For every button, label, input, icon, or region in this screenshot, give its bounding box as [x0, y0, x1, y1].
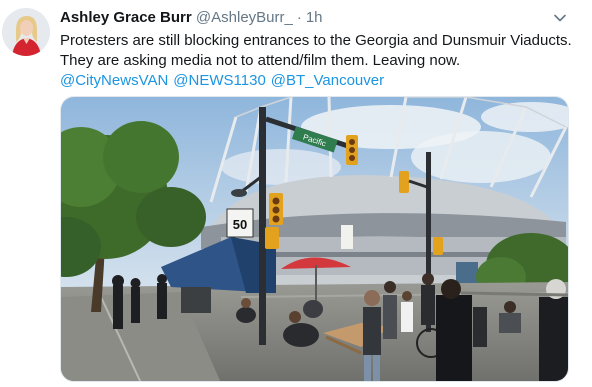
separator-dot: · [296, 9, 302, 26]
chevron-down-icon[interactable] [553, 11, 567, 25]
author-handle[interactable]: @AshleyBurr_ [196, 9, 293, 26]
mention-link[interactable]: @NEWS1130 [173, 72, 265, 89]
tweet-text-line: Protesters are still blocking entrances … [60, 32, 572, 49]
tweet-photo[interactable]: Pacific 50 [60, 96, 569, 382]
tweet[interactable]: Ashley Grace Burr @AshleyBurr_ · 1h Protes… [0, 0, 592, 387]
avatar[interactable] [2, 8, 50, 56]
author-name[interactable]: Ashley Grace Burr [60, 9, 192, 26]
mention-link[interactable]: @CityNewsVAN [60, 72, 168, 89]
tweet-text-line: They are asking media not to attend/film… [60, 52, 461, 69]
mention-link[interactable]: @BT_Vancouver [271, 72, 384, 89]
tweet-header: Ashley Grace Burr @AshleyBurr_ · 1h [60, 9, 323, 27]
mentions: @CityNewsVAN @NEWS1130 @BT_Vancouver [60, 71, 580, 91]
avatar-image [2, 8, 50, 56]
tweet-text: Protesters are still blocking entrances … [60, 31, 580, 91]
photo-scene: Pacific 50 [61, 97, 568, 381]
speed-sign-text: 50 [233, 217, 247, 232]
timestamp[interactable]: 1h [306, 9, 323, 26]
